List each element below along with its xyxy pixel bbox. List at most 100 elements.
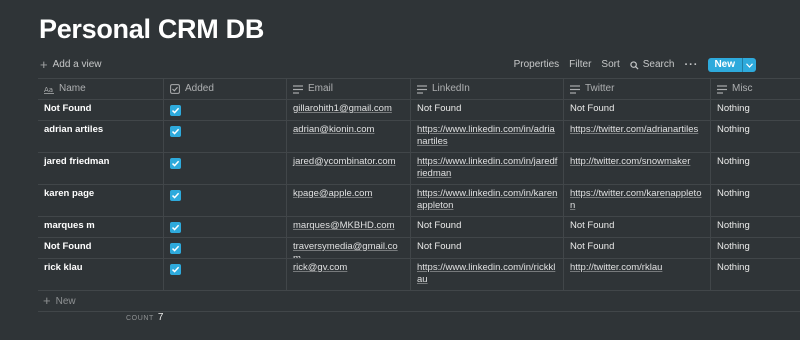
misc-cell[interactable]: Nothing [711,185,800,216]
add-view-button[interactable]: + Add a view [40,58,102,71]
linkedin-text: Not Found [417,220,462,231]
twitter-cell[interactable]: Not Found [564,100,711,120]
sort-button[interactable]: Sort [601,57,619,73]
column-header-linkedin[interactable]: LinkedIn [411,79,564,99]
misc-cell[interactable]: Nothing [711,100,800,120]
email-link: kpage@apple.com [293,188,373,199]
email-cell[interactable]: jared@ycombinator.com [287,153,411,184]
checkmark-icon [171,245,180,252]
table-row[interactable]: adrian artiles adrian@kionin.com https://w… [38,121,800,153]
checkmark-icon [171,128,180,135]
misc-cell[interactable]: Nothing [711,259,800,290]
email-cell[interactable]: gillarohith1@gmail.com [287,100,411,120]
column-header-email[interactable]: Email [287,79,411,99]
table-row[interactable]: marques m marques@MKBHD.com Not Found Not F… [38,217,800,238]
search-label: Search [642,59,675,70]
more-options-icon[interactable]: ··· [684,57,698,73]
column-header-added[interactable]: Added [164,79,287,99]
added-checkbox[interactable] [170,158,181,169]
checkmark-icon [171,266,180,273]
linkedin-cell[interactable]: https://www.linkedin.com/in/rickklau [411,259,564,290]
name-cell[interactable]: rick klau [38,259,164,290]
misc-text: Nothing [717,124,750,135]
text-lines-icon [417,84,427,94]
misc-cell[interactable]: Nothing [711,238,800,258]
contact-name: karen page [44,188,95,199]
linkedin-cell[interactable]: Not Found [411,238,564,258]
checkmark-icon [171,160,180,167]
properties-button[interactable]: Properties [514,57,560,73]
twitter-text: Not Found [570,103,615,114]
linkedin-cell[interactable]: https://www.linkedin.com/in/adrianartile… [411,121,564,152]
added-cell[interactable] [164,259,287,290]
name-cell[interactable]: jared friedman [38,153,164,184]
table-row[interactable]: Not Found gillarohith1@gmail.com Not Found… [38,100,800,121]
misc-cell[interactable]: Nothing [711,121,800,152]
added-checkbox[interactable] [170,126,181,137]
added-checkbox[interactable] [170,105,181,116]
email-cell[interactable]: marques@MKBHD.com [287,217,411,237]
added-cell[interactable] [164,185,287,216]
added-cell[interactable] [164,153,287,184]
twitter-cell[interactable]: https://twitter.com/adrianartiles [564,121,711,152]
search-button[interactable]: Search [630,57,675,73]
linkedin-cell[interactable]: Not Found [411,100,564,120]
name-cell[interactable]: adrian artiles [38,121,164,152]
twitter-cell[interactable]: Not Found [564,217,711,237]
misc-text: Nothing [717,220,750,231]
email-cell[interactable]: adrian@kionin.com [287,121,411,152]
misc-text: Nothing [717,188,750,199]
plus-icon: + [43,293,51,308]
table-row[interactable]: rick klau rick@gv.com https://www.linkedin… [38,259,800,291]
row-count[interactable]: COUNT 7 [126,312,163,323]
email-cell[interactable]: kpage@apple.com [287,185,411,216]
column-header-misc[interactable]: Misc [711,79,800,99]
email-cell[interactable]: rick@gv.com [287,259,411,290]
linkedin-link: https://www.linkedin.com/in/adrianartile… [417,124,555,147]
column-header-label: LinkedIn [432,83,470,94]
name-cell[interactable]: Not Found [38,238,164,258]
email-link: adrian@kionin.com [293,124,375,135]
chevron-down-icon[interactable] [742,58,756,72]
table-row[interactable]: karen page kpage@apple.com https://www.lin… [38,185,800,217]
linkedin-cell[interactable]: https://www.linkedin.com/in/jaredfriedma… [411,153,564,184]
search-icon [630,60,639,70]
linkedin-cell[interactable]: Not Found [411,217,564,237]
twitter-cell[interactable]: Not Found [564,238,711,258]
name-cell[interactable]: Not Found [38,100,164,120]
twitter-text: Not Found [570,220,615,231]
filter-button[interactable]: Filter [569,57,591,73]
added-checkbox[interactable] [170,222,181,233]
added-checkbox[interactable] [170,190,181,201]
twitter-cell[interactable]: https://twitter.com/karenappleton [564,185,711,216]
table-row[interactable]: jared friedman jared@ycombinator.com https… [38,153,800,185]
name-cell[interactable]: marques m [38,217,164,237]
svg-text:Aa: Aa [44,86,53,94]
twitter-cell[interactable]: http://twitter.com/snowmaker [564,153,711,184]
checkmark-icon [171,224,180,231]
table-row[interactable]: Not Found traversymedia@gmail.com Not Foun… [38,238,800,259]
email-cell[interactable]: traversymedia@gmail.com [287,238,411,258]
new-button[interactable]: New [708,58,756,72]
twitter-cell[interactable]: http://twitter.com/rklau [564,259,711,290]
linkedin-text: Not Found [417,103,462,114]
added-cell[interactable] [164,121,287,152]
twitter-link: https://twitter.com/adrianartiles [570,124,699,135]
misc-cell[interactable]: Nothing [711,153,800,184]
added-cell[interactable] [164,238,287,258]
contact-name: Not Found [44,103,92,114]
new-button-label[interactable]: New [708,58,742,72]
misc-cell[interactable]: Nothing [711,217,800,237]
twitter-link: http://twitter.com/rklau [570,262,663,273]
linkedin-cell[interactable]: https://www.linkedin.com/in/karenappleto… [411,185,564,216]
column-header-name[interactable]: Aa Name [38,79,164,99]
added-checkbox[interactable] [170,243,181,254]
added-cell[interactable] [164,100,287,120]
added-cell[interactable] [164,217,287,237]
name-cell[interactable]: karen page [38,185,164,216]
column-header-twitter[interactable]: Twitter [564,79,711,99]
added-checkbox[interactable] [170,264,181,275]
contact-name: adrian artiles [44,124,104,135]
linkedin-link: https://www.linkedin.com/in/rickklau [417,262,556,285]
add-row-button[interactable]: + New [38,291,800,312]
